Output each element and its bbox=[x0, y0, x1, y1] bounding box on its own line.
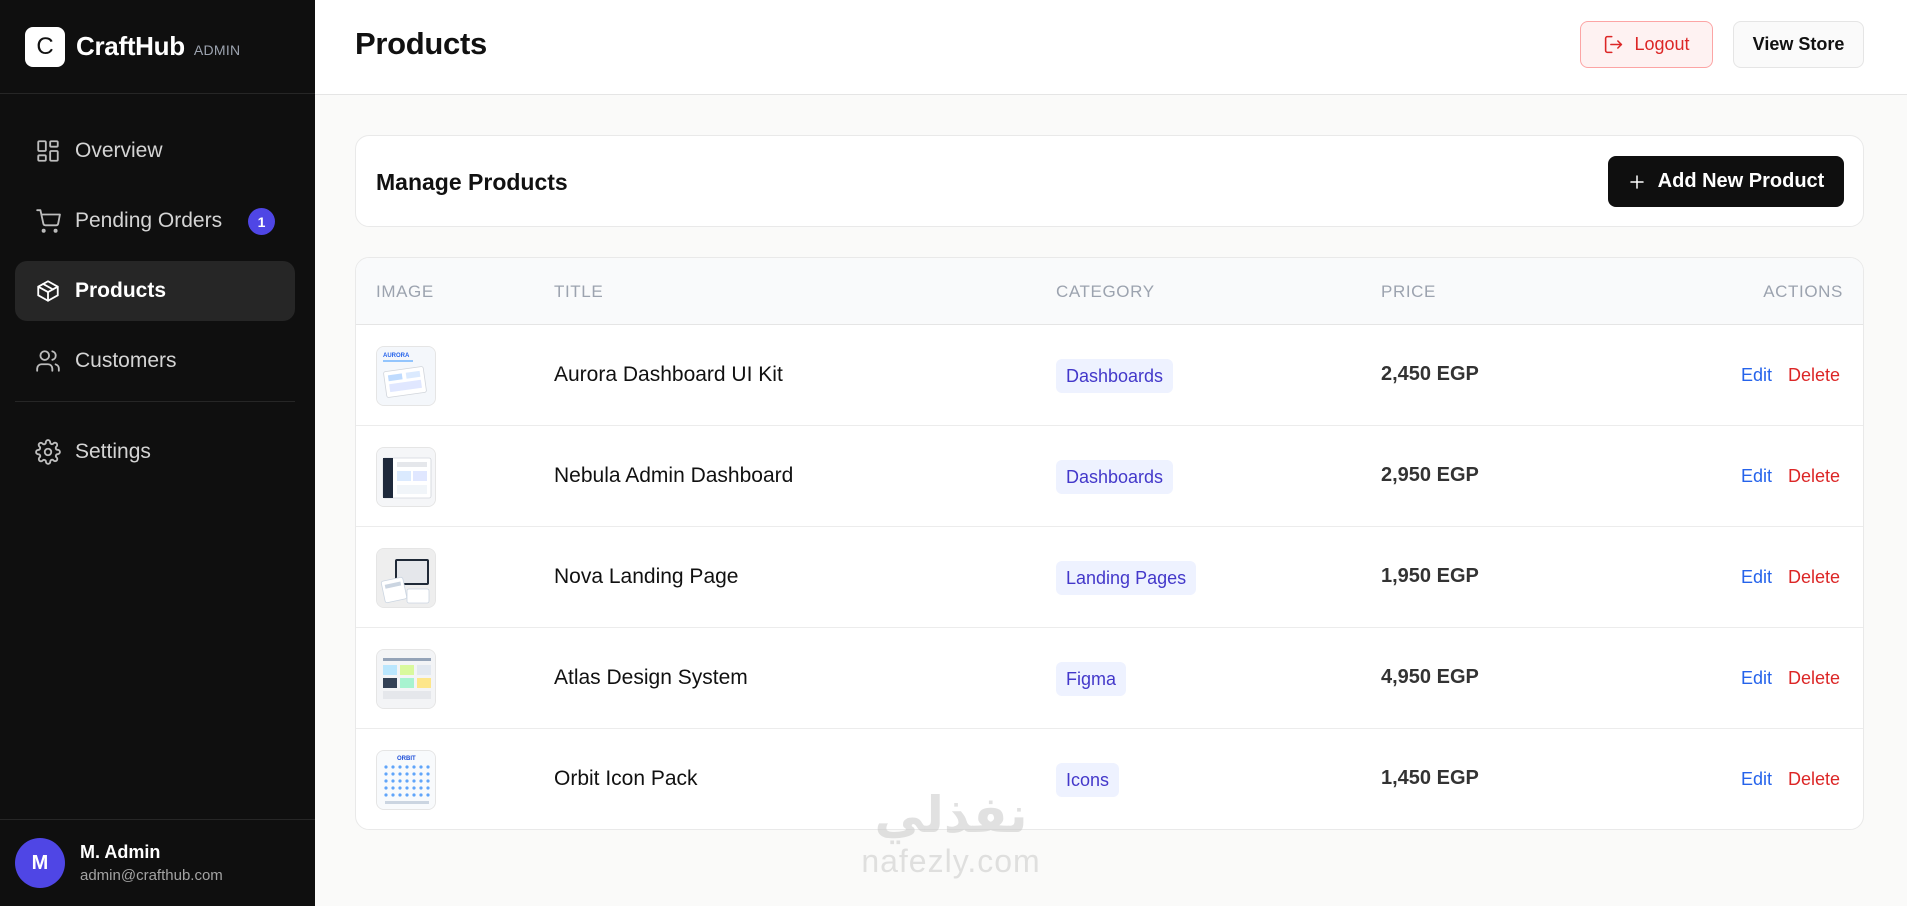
nav-divider bbox=[15, 401, 295, 402]
sidebar-item-label: Products bbox=[75, 279, 167, 302]
sidebar-item-label: Settings bbox=[75, 440, 151, 463]
brand[interactable]: C CraftHub ADMIN bbox=[0, 0, 315, 94]
pending-orders-badge: 1 bbox=[248, 208, 275, 235]
sidebar: C CraftHub ADMIN Overview Pending Orders… bbox=[0, 0, 315, 906]
product-thumbnail: ORBIT bbox=[376, 750, 436, 810]
table-header: IMAGE TITLE CATEGORY PRICE ACTIONS bbox=[356, 258, 1863, 325]
product-thumbnail: AURORA bbox=[376, 346, 436, 406]
cart-icon bbox=[36, 209, 61, 233]
delete-link[interactable]: Delete bbox=[1788, 567, 1840, 588]
user-name: M. Admin bbox=[80, 842, 161, 862]
user-info: M. Admin admin@crafthub.com bbox=[80, 842, 223, 884]
category-chip: Icons bbox=[1056, 763, 1120, 797]
table-row: Nebula Admin Dashboard Dashboards 2,950 … bbox=[356, 426, 1863, 527]
gear-icon bbox=[35, 439, 61, 465]
page-title: Products bbox=[355, 26, 487, 61]
box-icon bbox=[37, 280, 59, 302]
users-icon bbox=[36, 350, 60, 372]
sidebar-item-pending-orders[interactable]: Pending Orders 1 bbox=[15, 191, 295, 251]
category-chip: Dashboards bbox=[1056, 359, 1174, 393]
column-header-image: IMAGE bbox=[376, 282, 434, 301]
product-title: Aurora Dashboard UI Kit bbox=[554, 363, 783, 386]
product-thumbnail bbox=[376, 447, 436, 507]
sidebar-item-label: Pending Orders bbox=[75, 209, 223, 232]
delete-link[interactable]: Delete bbox=[1788, 466, 1840, 487]
edit-link[interactable]: Edit bbox=[1741, 365, 1772, 386]
product-price: 2,450 EGP bbox=[1381, 363, 1479, 385]
user-email: admin@crafthub.com bbox=[80, 867, 223, 884]
sidebar-item-label: Customers bbox=[75, 349, 177, 372]
topbar: Products Logout View Store bbox=[315, 0, 1907, 95]
product-price: 1,450 EGP bbox=[1381, 767, 1479, 789]
brand-tag: ADMIN bbox=[193, 42, 241, 58]
thumbnail-caption: ORBIT bbox=[397, 756, 416, 762]
edit-link[interactable]: Edit bbox=[1741, 466, 1772, 487]
category-chip: Dashboards bbox=[1056, 460, 1174, 494]
column-header-price: PRICE bbox=[1381, 282, 1436, 301]
column-header-actions: ACTIONS bbox=[1763, 282, 1843, 301]
table-row: Atlas Design System Figma 4,950 EGP Edit… bbox=[356, 628, 1863, 729]
product-thumbnail bbox=[376, 548, 436, 608]
sidebar-item-customers[interactable]: Customers bbox=[15, 331, 295, 391]
product-title: Nebula Admin Dashboard bbox=[554, 464, 794, 487]
avatar: M bbox=[15, 838, 65, 888]
add-new-product-label: Add New Product bbox=[1657, 170, 1825, 192]
sidebar-nav: Overview Pending Orders 1 Products Custo… bbox=[15, 121, 295, 492]
category-chip: Figma bbox=[1056, 662, 1127, 696]
watermark-arabic: نفذلي bbox=[874, 786, 1028, 844]
product-thumbnail bbox=[376, 649, 436, 709]
thumbnail-caption: AURORA bbox=[383, 353, 410, 359]
grid-icon bbox=[37, 140, 59, 162]
product-title: Orbit Icon Pack bbox=[554, 767, 698, 790]
sidebar-item-label: Overview bbox=[75, 139, 163, 162]
logout-button[interactable]: Logout bbox=[1580, 21, 1713, 68]
table-row: ORBIT Orbit Icon Pack Icons 1,450 EGP Ed… bbox=[356, 729, 1863, 829]
edit-link[interactable]: Edit bbox=[1741, 668, 1772, 689]
table-row: AURORA Aurora Dashboard UI Kit Dashboard… bbox=[356, 325, 1863, 426]
watermark: نفذلي nafezly.com bbox=[848, 786, 1054, 878]
table-row: Nova Landing Page Landing Pages 1,950 EG… bbox=[356, 527, 1863, 628]
user-profile[interactable]: M M. Admin admin@crafthub.com bbox=[0, 819, 315, 906]
product-price: 2,950 EGP bbox=[1381, 464, 1479, 486]
watermark-latin: nafezly.com bbox=[861, 843, 1041, 879]
product-title: Atlas Design System bbox=[554, 666, 748, 689]
sidebar-item-overview[interactable]: Overview bbox=[15, 121, 295, 181]
category-chip: Landing Pages bbox=[1056, 561, 1197, 595]
delete-link[interactable]: Delete bbox=[1788, 365, 1840, 386]
logout-label: Logout bbox=[1634, 34, 1690, 54]
manage-products-card: Manage Products Add New Product bbox=[355, 135, 1864, 227]
logout-icon bbox=[1605, 35, 1623, 54]
sidebar-item-settings[interactable]: Settings bbox=[15, 422, 295, 482]
edit-link[interactable]: Edit bbox=[1741, 769, 1772, 790]
product-price: 1,950 EGP bbox=[1381, 565, 1479, 587]
product-price: 4,950 EGP bbox=[1381, 666, 1479, 688]
delete-link[interactable]: Delete bbox=[1788, 668, 1840, 689]
manage-products-title: Manage Products bbox=[376, 169, 568, 195]
add-new-product-button[interactable]: Add New Product bbox=[1608, 156, 1844, 207]
brand-name: CraftHub bbox=[76, 31, 185, 61]
delete-link[interactable]: Delete bbox=[1788, 769, 1840, 790]
view-store-button[interactable]: View Store bbox=[1733, 21, 1864, 68]
products-table: IMAGE TITLE CATEGORY PRICE ACTIONS AUROR… bbox=[355, 257, 1864, 830]
product-title: Nova Landing Page bbox=[554, 565, 739, 588]
column-header-category: CATEGORY bbox=[1056, 282, 1155, 301]
column-header-title: TITLE bbox=[554, 282, 604, 301]
brand-logo: C bbox=[25, 26, 65, 67]
plus-icon bbox=[1629, 174, 1644, 189]
sidebar-item-products[interactable]: Products bbox=[15, 261, 295, 321]
edit-link[interactable]: Edit bbox=[1741, 567, 1772, 588]
